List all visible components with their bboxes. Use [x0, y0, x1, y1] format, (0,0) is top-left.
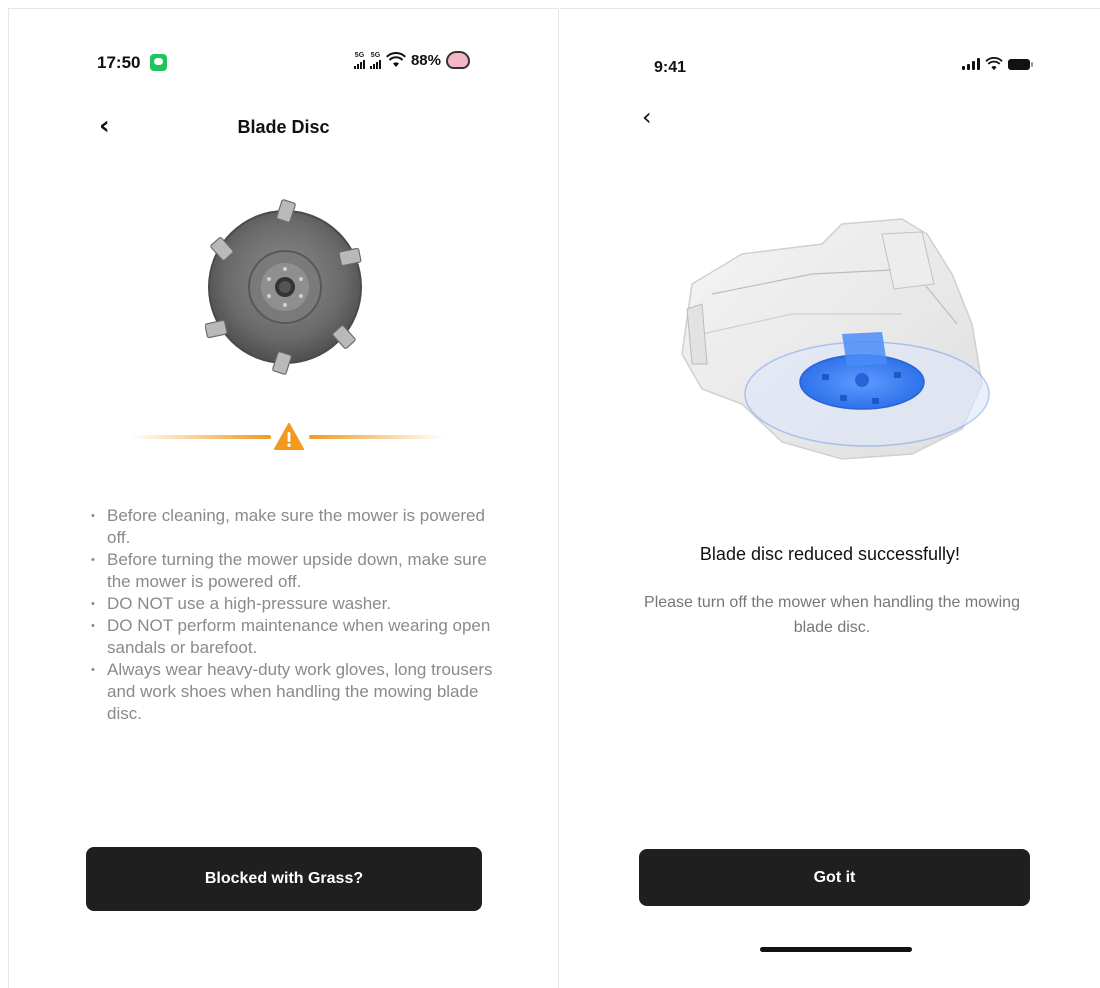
- network-label-2: 5G: [370, 51, 381, 59]
- safety-tips-list: Before cleaning, make sure the mower is …: [87, 505, 497, 725]
- status-bar: 17:50 5G 5G 88%: [9, 51, 558, 81]
- list-item: Before turning the mower upside down, ma…: [87, 549, 497, 593]
- network-label-1: 5G: [354, 51, 365, 59]
- wifi-icon: [386, 52, 406, 67]
- status-time: 17:50: [97, 53, 141, 72]
- home-indicator[interactable]: [760, 947, 912, 952]
- canvas: 17:50 5G 5G 88% ‹ Blade Disc • Before cl…: [0, 0, 1100, 988]
- battery-percent: 88%: [410, 51, 441, 69]
- success-title: Blade disc reduced successfully!: [699, 544, 961, 564]
- list-item: Always wear heavy-duty work gloves, long…: [87, 659, 497, 725]
- status-icons: [962, 57, 1033, 71]
- status-bar: 9:41: [560, 51, 1100, 81]
- list-item: Before cleaning, make sure the mower is …: [87, 505, 497, 549]
- status-time: 9:41: [654, 59, 687, 76]
- back-chevron-icon[interactable]: ‹: [642, 105, 652, 129]
- signal-5g-icon-1: 5G: [353, 51, 365, 69]
- mower-blade-disc-illustration: [681, 218, 990, 460]
- signal-icon: [962, 58, 980, 70]
- battery-icon: [1008, 58, 1033, 70]
- blade-disc-screen: 17:50 5G 5G 88% ‹ Blade Disc • Before cl…: [8, 8, 559, 988]
- page-title: Blade Disc: [237, 117, 330, 137]
- got-it-button[interactable]: Got it: [639, 849, 1030, 906]
- list-item: DO NOT perform maintenance when wearing …: [87, 615, 497, 659]
- blocked-with-grass-button[interactable]: Blocked with Grass?: [86, 847, 482, 911]
- warning-line-left: [129, 435, 271, 439]
- success-screen: 9:41 ‹ Blade disc reduced successfully! …: [560, 8, 1100, 988]
- list-item: DO NOT use a high-pressure washer.: [87, 593, 497, 615]
- warning-icon: [274, 423, 304, 450]
- cloud-app-icon: [446, 51, 470, 69]
- blade-disc-illustration: [205, 199, 362, 375]
- success-description: Please turn off the mower when handling …: [644, 594, 1020, 636]
- message-app-icon: [150, 54, 167, 71]
- wifi-icon: [985, 57, 1003, 71]
- warning-line-right: [309, 435, 444, 439]
- signal-5g-icon-2: 5G: [369, 51, 381, 69]
- status-icons: 5G 5G 88%: [353, 51, 470, 69]
